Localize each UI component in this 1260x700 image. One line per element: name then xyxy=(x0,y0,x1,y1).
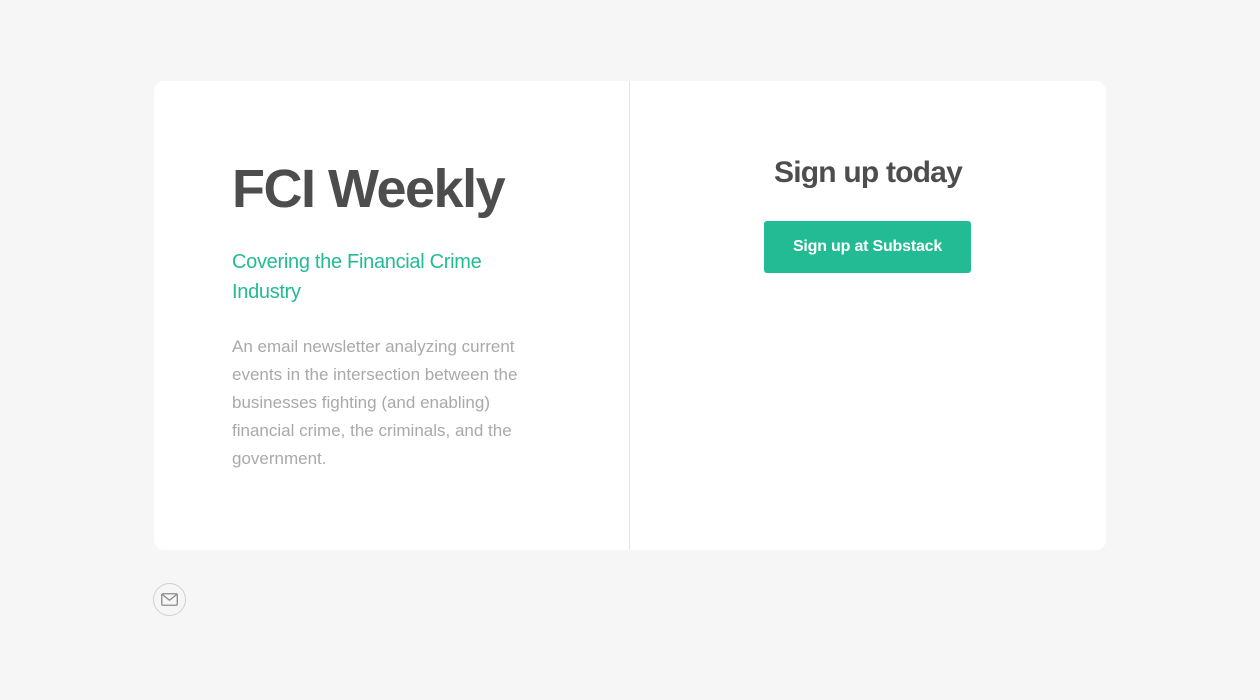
tagline: Covering the Financial Crime Industry xyxy=(232,251,482,303)
envelope-icon xyxy=(161,593,178,606)
signup-panel: Sign up today Sign up at Substack xyxy=(630,81,1106,550)
newsletter-card: FCI Weekly Covering the Financial Crime … xyxy=(154,81,1106,550)
newsletter-description: An email newsletter analyzing current ev… xyxy=(232,337,518,468)
substack-signup-button[interactable]: Sign up at Substack xyxy=(764,221,971,273)
page-title: FCI Weekly xyxy=(232,159,506,219)
signup-heading: Sign up today xyxy=(774,156,963,189)
email-contact-button[interactable] xyxy=(153,583,186,616)
info-panel: FCI Weekly Covering the Financial Crime … xyxy=(154,81,630,550)
